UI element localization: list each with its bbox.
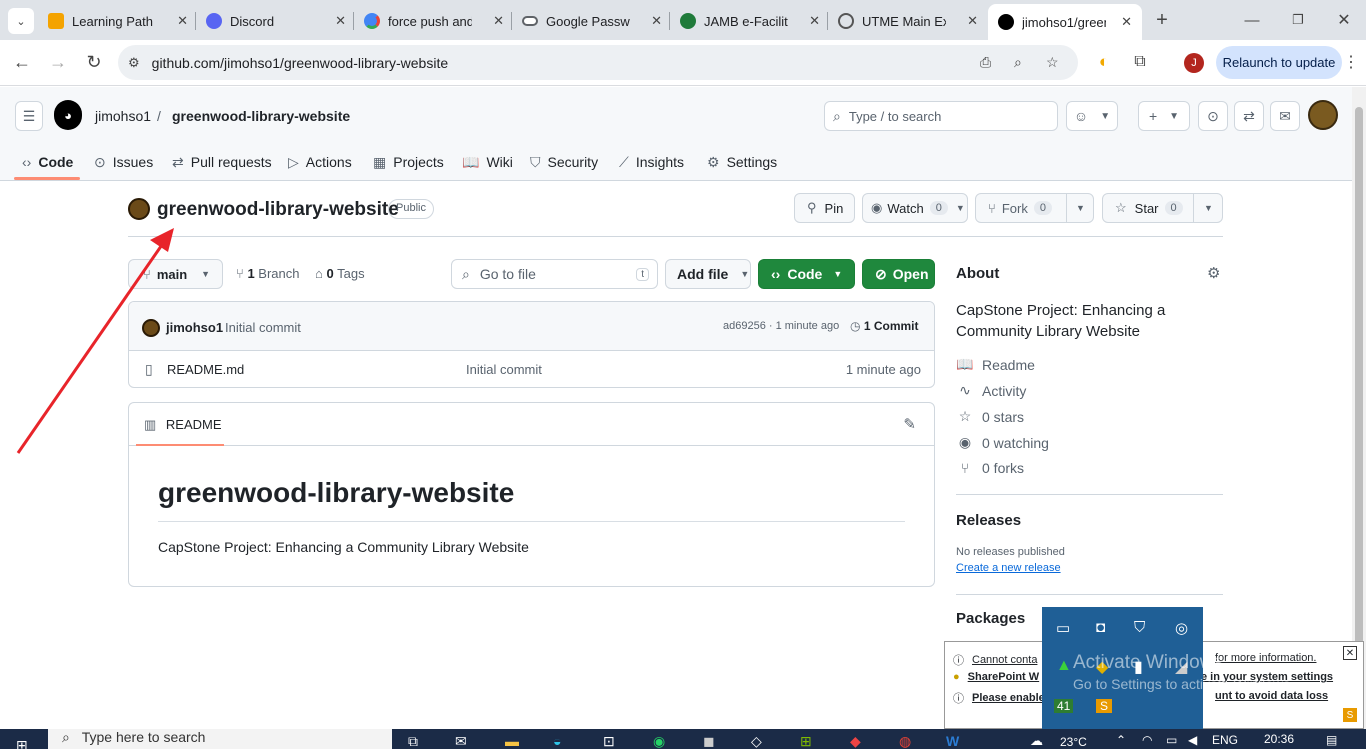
triangle-icon[interactable]: ▲ (1056, 657, 1072, 675)
folder-icon[interactable]: ▬ (505, 733, 519, 749)
whatsapp-icon[interactable]: ◉ (653, 733, 665, 749)
scrollbar-thumb[interactable] (1355, 107, 1363, 727)
weather-icon[interactable]: ☁ (1030, 733, 1043, 749)
camera-icon[interactable]: ◘ (1096, 619, 1105, 636)
word-icon[interactable]: W (946, 733, 959, 749)
notification-text: Cannot conta (972, 654, 1038, 666)
info-icon: ⓘ (953, 693, 964, 705)
app-icon[interactable]: ◼ (703, 733, 715, 749)
bulb-icon: ● (953, 671, 960, 683)
taskbar-search-input[interactable]: ⌕ Type here to search (48, 729, 392, 749)
windows-start-icon[interactable]: ⊞ (16, 737, 28, 749)
store-icon[interactable]: ⊡ (603, 733, 615, 749)
app-icon[interactable]: S (1096, 699, 1113, 713)
mail-icon[interactable]: ✉ (455, 733, 467, 749)
notification-text: SharePoint W (967, 671, 1040, 683)
monitor-icon[interactable]: ▭ (1056, 619, 1070, 637)
volume-icon[interactable]: ◀ (1188, 733, 1197, 747)
activation-watermark-subtext: Go to Settings to activate Windows. (1073, 676, 1294, 692)
clock[interactable]: 20:36 (1264, 732, 1294, 746)
task-view-icon[interactable]: ⧉ (408, 733, 418, 749)
battery-icon[interactable]: ▭ (1166, 733, 1177, 747)
activation-watermark: Activate Windows (1073, 652, 1223, 673)
language-indicator[interactable]: ENG (1212, 733, 1238, 747)
notification-text: Please enable (972, 692, 1045, 704)
search-icon[interactable]: ◎ (1175, 619, 1188, 637)
chevron-up-icon[interactable]: ⌃ (1116, 733, 1126, 747)
info-icon: ⓘ (953, 655, 964, 667)
app-icon[interactable]: ◆ (850, 733, 861, 749)
app-icon: S (1343, 708, 1357, 722)
shield-icon[interactable]: ⛉ (1134, 619, 1145, 636)
taskbar-search-placeholder: Type here to search (81, 729, 206, 745)
scrollbar[interactable] (1352, 87, 1366, 729)
taskbar: ⊞ ⌕ Type here to search ⧉ ✉ ▬ ◒ ⊡ ◉ ◼ ◇ … (0, 729, 1366, 749)
notification-text[interactable]: for more information. (1215, 652, 1316, 664)
temperature: 23°C (1060, 735, 1087, 749)
badge-count[interactable]: 41 (1054, 699, 1074, 713)
notification-line[interactable]: ⓘ Please enable (953, 690, 1045, 706)
wifi-icon[interactable]: ◠ (1142, 733, 1152, 747)
close-icon[interactable]: ✕ (1343, 646, 1357, 660)
chrome-icon[interactable]: ◍ (899, 733, 911, 749)
notification-line[interactable]: ⓘ Cannot conta (953, 652, 1037, 668)
edge-icon[interactable]: ◒ (553, 733, 561, 749)
notification-line[interactable]: ● SharePoint W (953, 671, 1039, 683)
windows-app-icon[interactable]: ⊞ (800, 733, 812, 749)
cube-icon[interactable]: ◇ (751, 733, 762, 749)
search-icon: ⌕ (62, 729, 70, 745)
notifications-icon[interactable]: ▤ (1326, 733, 1337, 747)
